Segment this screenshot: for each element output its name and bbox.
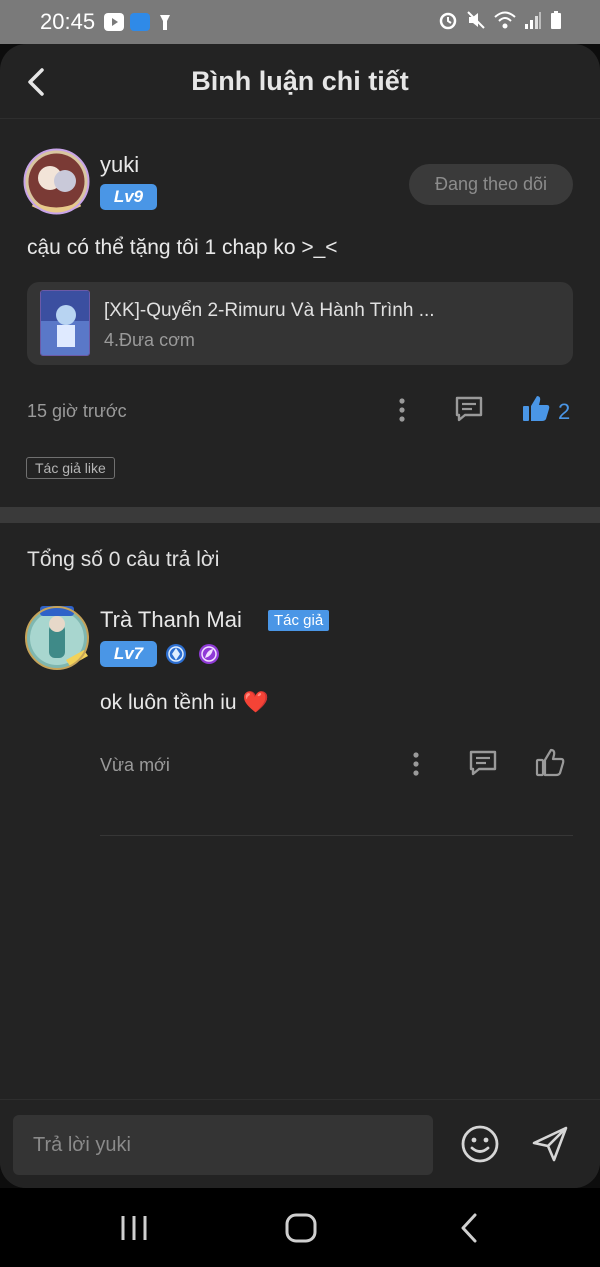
reply-bar [0, 1099, 600, 1188]
back-chevron-icon [461, 1213, 477, 1243]
diamond-badge-icon [165, 643, 187, 665]
replies-count-title: Tổng số 0 câu trả lời [27, 548, 220, 571]
author-tag: Tác giả [268, 610, 330, 631]
more-options-button[interactable] [386, 394, 418, 426]
signal-icon [524, 10, 542, 35]
book-cover-image [40, 290, 90, 356]
send-button[interactable] [530, 1124, 570, 1164]
novel-app-icon [130, 13, 150, 31]
avatar-yuki[interactable] [23, 148, 90, 215]
recent-apps-icon [121, 1216, 147, 1240]
reply-text-content: ok luôn tềnh iu [100, 691, 237, 714]
recent-apps-button[interactable] [114, 1208, 154, 1248]
like-count: 2 [558, 399, 571, 424]
home-button[interactable] [281, 1208, 321, 1248]
mute-icon [466, 10, 486, 35]
reply-like-button[interactable] [534, 747, 566, 779]
reply-input[interactable] [13, 1115, 433, 1175]
avatar-tra-thanh-mai[interactable] [22, 602, 92, 672]
section-separator [0, 507, 600, 523]
header: Bình luận chi tiết [0, 44, 600, 119]
author-like-tag: Tác giả like [26, 457, 115, 479]
smiley-icon [461, 1125, 499, 1163]
reply-comment-button[interactable] [453, 393, 485, 425]
comment-detail-panel: Bình luận chi tiết yuki Lv9 Đang theo dõ… [0, 44, 600, 1188]
battery-icon [550, 10, 562, 35]
status-icons [438, 10, 562, 35]
status-bar: 20:45 [0, 0, 600, 44]
heart-emoji: ❤️ [242, 691, 269, 714]
reply-level-badge: Lv7 [100, 641, 157, 667]
book-title: [XK]-Quyển 2-Rimuru Và Hành Trình ... [104, 300, 435, 321]
like-button[interactable] [520, 393, 552, 425]
reply-text: ok luôn tềnh iu ❤️ [100, 691, 269, 715]
reply-username[interactable]: Trà Thanh Mai [100, 607, 242, 633]
level-badge: Lv9 [100, 184, 157, 210]
system-back-button[interactable] [450, 1208, 490, 1248]
comment-text: cậu có thể tặng tôi 1 chap ko >_< [27, 236, 338, 259]
comment-username[interactable]: yuki [100, 152, 139, 178]
send-icon [532, 1126, 568, 1162]
home-icon [285, 1213, 317, 1243]
comment-time: 15 giờ trước [27, 401, 127, 421]
book-card[interactable]: [XK]-Quyển 2-Rimuru Và Hành Trình ... 4.… [27, 282, 573, 365]
reply-more-options-button[interactable] [400, 748, 432, 780]
reply-divider [100, 835, 573, 836]
thumbs-up-icon [535, 748, 565, 777]
reply-time: Vừa mới [100, 755, 170, 775]
youtube-icon [104, 13, 124, 31]
page-title: Bình luận chi tiết [191, 66, 409, 96]
more-vertical-icon [413, 752, 419, 776]
comment-icon [455, 396, 483, 422]
flashlight-icon [157, 12, 173, 37]
comment-icon [469, 750, 497, 776]
thumbs-up-filled-icon [523, 396, 550, 421]
follow-button[interactable]: Đang theo dõi [409, 164, 573, 205]
feather-badge-icon [198, 643, 220, 665]
emoji-button[interactable] [460, 1124, 500, 1164]
status-time: 20:45 [40, 9, 96, 34]
more-vertical-icon [399, 398, 405, 422]
book-chapter: 4.Đưa cơm [104, 330, 195, 350]
reply-reply-button[interactable] [467, 747, 499, 779]
alarm-icon [438, 10, 458, 35]
system-nav-bar [0, 1188, 600, 1267]
wifi-icon [494, 10, 516, 35]
